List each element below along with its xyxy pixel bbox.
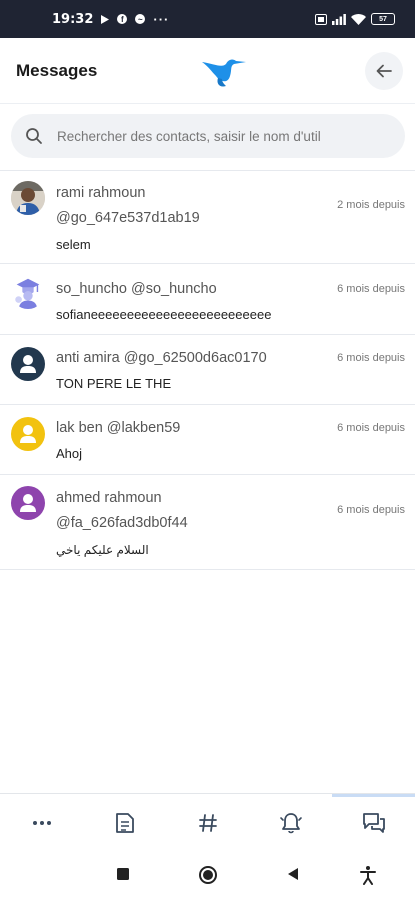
- conversation-item[interactable]: anti amira @go_62500d6ac0170 TON PERE LE…: [0, 335, 415, 405]
- nav-more-button[interactable]: [0, 794, 83, 851]
- home-button[interactable]: [198, 865, 218, 885]
- status-time: 19:32: [52, 11, 94, 27]
- hummingbird-logo-icon: [200, 52, 248, 92]
- search-icon: [26, 128, 42, 144]
- conversation-item[interactable]: rami rahmoun @go_647e537d1ab19 selem 2 m…: [0, 171, 415, 264]
- square-icon: [117, 868, 129, 880]
- search-bar[interactable]: [11, 114, 405, 158]
- battery-icon: 57: [371, 13, 395, 25]
- header: Messages: [0, 38, 415, 104]
- contact-name-handle: so_huncho @so_huncho: [56, 281, 217, 297]
- contact-name: ahmed rahmoun: [56, 490, 162, 506]
- signal-icon: [332, 13, 346, 25]
- more-notifications-icon: ···: [153, 11, 170, 27]
- triangle-back-icon: [288, 868, 298, 880]
- page-title: Messages: [16, 60, 98, 80]
- accessibility-icon: [360, 866, 376, 885]
- conversation-item[interactable]: so_huncho @so_huncho sofianeeeeeeeeeeeee…: [0, 264, 415, 335]
- nav-notifications-button[interactable]: [249, 794, 332, 851]
- search-input[interactable]: [57, 128, 387, 144]
- message-time: 2 mois depuis: [337, 199, 405, 211]
- more-icon: [32, 820, 51, 825]
- contact-name-handle: lak ben @lakben59: [56, 420, 181, 436]
- message-preview: sofianeeeeeeeeeeeeeeeeeeeeeeeee: [56, 307, 272, 322]
- graduate-avatar-icon: [11, 275, 45, 309]
- conversation-item[interactable]: lak ben @lakben59 Ahoj 6 mois depuis: [0, 405, 415, 475]
- play-notification-icon: [101, 14, 110, 24]
- back-button[interactable]: [365, 51, 403, 90]
- bell-icon: [279, 812, 302, 833]
- sim-icon: [315, 13, 327, 25]
- accessibility-button[interactable]: [360, 865, 376, 885]
- default-avatar-icon: [11, 417, 45, 451]
- contact-handle: @go_647e537d1ab19: [56, 210, 200, 226]
- message-preview: السلام عليكم ياخي: [56, 543, 149, 557]
- contact-name: rami rahmoun: [56, 185, 146, 201]
- nav-hashtag-button[interactable]: [166, 794, 249, 851]
- document-icon: [115, 812, 134, 833]
- message-preview: TON PERE LE THE: [56, 376, 172, 391]
- chat-icon: [362, 812, 385, 833]
- recent-apps-button[interactable]: [116, 867, 130, 881]
- contact-handle: @fa_626fad3db0f44: [56, 515, 188, 531]
- home-circle-icon: [199, 866, 217, 884]
- default-avatar-icon: [11, 347, 45, 381]
- message-time: 6 mois depuis: [337, 283, 405, 295]
- message-time: 6 mois depuis: [337, 422, 405, 434]
- message-time: 6 mois depuis: [337, 504, 405, 516]
- system-navigation-bar: [0, 851, 415, 900]
- message-time: 6 mois depuis: [337, 352, 405, 364]
- arrow-left-icon: [376, 64, 392, 77]
- nav-documents-button[interactable]: [83, 794, 166, 851]
- status-bar: 19:32 f ~ ··· 57: [0, 0, 415, 38]
- message-preview: selem: [56, 237, 91, 252]
- messenger-notification-icon: ~: [135, 14, 146, 24]
- default-avatar-icon: [11, 486, 45, 520]
- nav-messages-button[interactable]: [332, 794, 415, 851]
- conversation-item[interactable]: ahmed rahmoun @fa_626fad3db0f44 السلام ع…: [0, 475, 415, 570]
- contact-name-handle: anti amira @go_62500d6ac0170: [56, 350, 267, 366]
- message-preview: Ahoj: [56, 446, 83, 461]
- contact-photo-avatar: [11, 181, 45, 215]
- bottom-navigation: [0, 793, 415, 851]
- facebook-notification-icon: f: [117, 14, 128, 24]
- hashtag-icon: [198, 813, 217, 832]
- back-nav-button[interactable]: [286, 867, 300, 881]
- wifi-icon: [351, 13, 366, 25]
